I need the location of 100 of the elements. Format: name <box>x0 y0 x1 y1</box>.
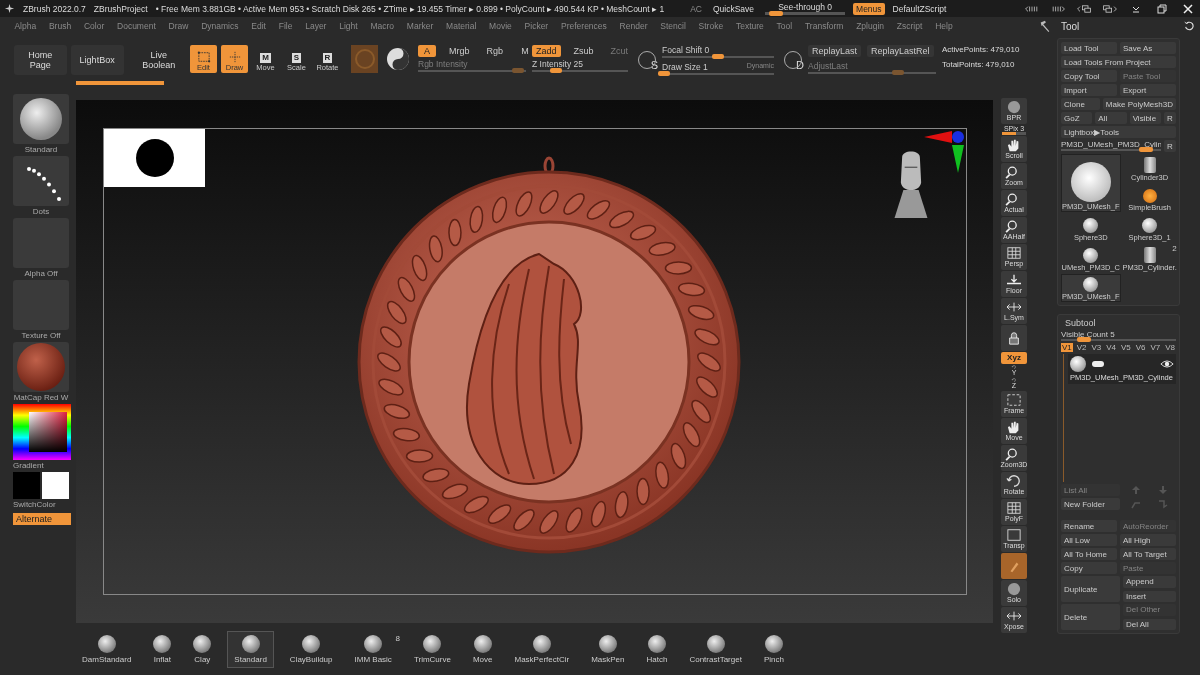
tool-button[interactable]: Load Tool <box>1061 42 1117 54</box>
replay-button[interactable]: ReplayLast <box>808 45 862 57</box>
shelf-button[interactable] <box>1001 325 1027 351</box>
z-mode-button[interactable]: Zadd <box>532 45 561 57</box>
version-tab[interactable]: V1 <box>1061 343 1073 352</box>
quicksave-button[interactable]: QuickSave <box>709 2 758 15</box>
brush-button[interactable]: Hatch <box>640 631 674 667</box>
version-tab[interactable]: V7 <box>1149 343 1162 352</box>
menu-item[interactable]: Dynamics <box>194 20 245 31</box>
nav-button[interactable]: LightBox <box>70 45 124 75</box>
menu-item[interactable]: Layer <box>298 20 333 31</box>
material-thumbnail[interactable] <box>13 342 69 392</box>
channel-button[interactable]: Rgb <box>482 45 508 57</box>
menu-item[interactable]: Zplugin <box>849 20 891 31</box>
subtool-button[interactable]: Insert <box>1123 590 1176 602</box>
menu-item[interactable]: Marker <box>400 20 440 31</box>
slider-thumb[interactable] <box>658 71 671 76</box>
menu-item[interactable]: Document <box>110 20 163 31</box>
version-tab[interactable]: V3 <box>1090 343 1103 352</box>
layout-icon[interactable] <box>1024 3 1040 14</box>
replay-button[interactable]: ReplayLastRel <box>867 45 934 57</box>
subtool-button[interactable]: Delete <box>1061 604 1120 630</box>
version-tab[interactable]: V6 <box>1134 343 1147 352</box>
brush-button[interactable]: DamStandard <box>76 631 138 667</box>
eye-icon[interactable] <box>1160 359 1174 369</box>
tool-button[interactable]: Make PolyMesh3D <box>1102 98 1176 110</box>
slider-thumb[interactable] <box>1077 337 1091 342</box>
subtool-button[interactable]: Append <box>1123 576 1176 588</box>
shelf-button[interactable]: Xyz <box>1001 352 1027 364</box>
z-mode-button[interactable]: Zsub <box>569 45 598 57</box>
menu-item[interactable]: Material <box>439 20 483 31</box>
brush-button[interactable]: Clay <box>187 631 218 667</box>
windows-icon[interactable] <box>1076 3 1092 14</box>
subtool-button[interactable]: All Low <box>1061 534 1117 546</box>
menu-item[interactable]: Brush <box>42 20 78 31</box>
color-swatch[interactable] <box>13 472 40 499</box>
subtool-button[interactable]: Duplicate <box>1061 576 1120 602</box>
channel-button[interactable]: A <box>418 45 436 57</box>
material-swatch[interactable] <box>351 45 378 73</box>
color-swatch[interactable] <box>42 472 69 499</box>
menu-item[interactable]: Movie <box>482 20 519 31</box>
tool-button[interactable]: R <box>1164 112 1176 124</box>
tool-button[interactable]: Visible <box>1129 112 1161 124</box>
tool-button[interactable]: Lightbox▶Tools <box>1061 126 1176 138</box>
tool-button[interactable]: Save As <box>1120 42 1176 54</box>
stroke-thumbnail[interactable] <box>13 156 69 206</box>
tool-button[interactable]: GoZ <box>1061 112 1093 124</box>
brush-button[interactable]: Inflat <box>147 631 178 667</box>
brush-button[interactable]: Move <box>466 631 499 667</box>
switch-color-label[interactable]: SwitchColor <box>13 500 56 509</box>
tool-button[interactable]: Load Tools From Project <box>1061 56 1176 68</box>
menu-item[interactable]: Help <box>928 20 959 31</box>
alternate-button[interactable]: Alternate <box>13 513 71 525</box>
subtool-button[interactable]: All To Target <box>1120 548 1176 560</box>
brush-thumbnail[interactable] <box>13 94 69 144</box>
windows-icon[interactable] <box>1102 3 1118 14</box>
tool-button[interactable]: Import <box>1061 84 1117 96</box>
color-picker[interactable] <box>13 404 71 460</box>
slider-thumb[interactable] <box>550 68 562 73</box>
tool-button[interactable]: All <box>1095 112 1127 124</box>
menu-item[interactable]: Stencil <box>653 20 693 31</box>
menu-item[interactable]: Stroke <box>692 20 730 31</box>
menu-item[interactable]: Macro <box>364 20 401 31</box>
tool-button[interactable]: R <box>1164 140 1176 152</box>
layout-icon[interactable] <box>1050 3 1066 14</box>
menus-button[interactable]: Menus <box>853 2 885 15</box>
tool-button[interactable]: Clone <box>1061 98 1100 110</box>
menu-item[interactable]: Alpha <box>8 20 43 31</box>
subtool-button[interactable]: All High <box>1120 534 1176 546</box>
focal-shift-slider[interactable]: Focal Shift 0 <box>662 45 774 58</box>
see-through-slider[interactable]: See-through 0 <box>765 2 846 15</box>
subtool-button[interactable]: All To Home <box>1061 548 1117 560</box>
menu-item[interactable]: Preferences <box>554 20 614 31</box>
menu-item[interactable]: Color <box>77 20 111 31</box>
version-tab[interactable]: V4 <box>1105 343 1117 352</box>
brush-button[interactable]: IMM Basic 8 <box>348 631 398 667</box>
brush-button[interactable]: MaskPerfectCir <box>508 631 576 667</box>
tool-button[interactable]: Copy Tool <box>1061 70 1117 82</box>
brush-button[interactable]: TrimCurve <box>407 631 457 667</box>
version-tab[interactable]: V5 <box>1119 343 1132 352</box>
nav-button[interactable]: Home Page <box>14 45 67 75</box>
restore-icon[interactable] <box>1154 3 1170 14</box>
subtool-button[interactable]: Del All <box>1123 618 1176 630</box>
brush-button[interactable]: Standard <box>227 630 274 668</box>
brush-button[interactable]: MaskPen <box>585 631 631 667</box>
menu-item[interactable]: Texture <box>729 20 771 31</box>
brush-button[interactable]: ContrastTarget <box>683 631 748 667</box>
menu-item[interactable]: Draw <box>162 20 195 31</box>
menu-item[interactable]: Zscript <box>890 20 929 31</box>
menu-item[interactable]: Picker <box>518 20 555 31</box>
version-tab[interactable]: V2 <box>1075 343 1088 352</box>
menu-item[interactable]: File <box>272 20 299 31</box>
brush-button[interactable]: ClayBuildup <box>283 631 339 667</box>
close-icon[interactable] <box>1180 3 1196 14</box>
visible-count-slider[interactable]: Visible Count 5 <box>1061 330 1176 341</box>
color-orb-icon[interactable] <box>386 47 410 71</box>
version-tab[interactable]: V8 <box>1164 343 1176 352</box>
menu-item[interactable]: Edit <box>244 20 273 31</box>
menu-item[interactable]: Light <box>332 20 365 31</box>
slider-thumb[interactable] <box>1139 147 1153 152</box>
